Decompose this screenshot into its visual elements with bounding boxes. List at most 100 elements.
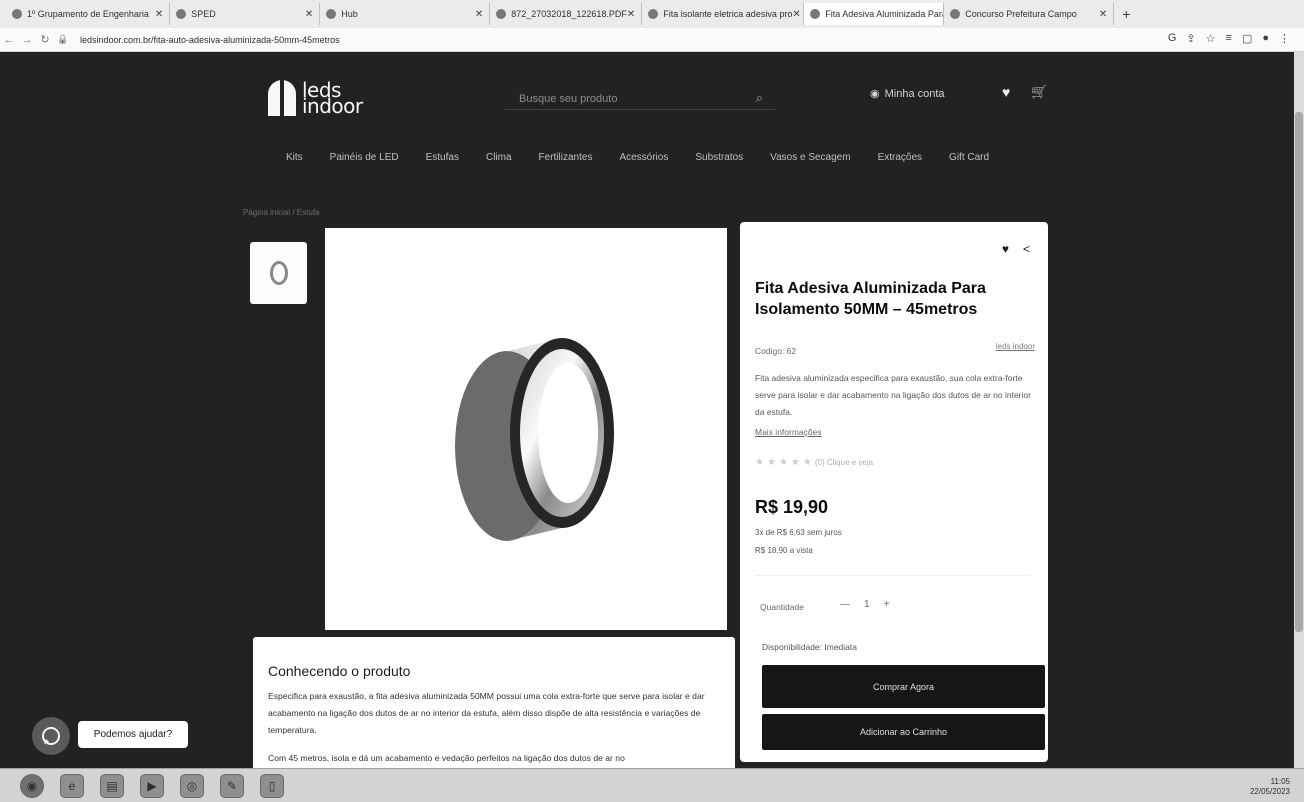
menu-item-substratos[interactable]: Substratos	[695, 152, 743, 163]
close-icon[interactable]: ✕	[305, 9, 313, 20]
site-logo[interactable]: leds indoor	[268, 80, 363, 116]
favicon-icon	[12, 9, 22, 19]
more-icon[interactable]: ⋮	[1279, 32, 1290, 45]
chrome-icon[interactable]: ◎	[180, 773, 204, 798]
scrollbar-thumb[interactable]	[1295, 112, 1303, 632]
forward-icon[interactable]: →	[18, 34, 36, 46]
buy-now-button[interactable]: Comprar Agora	[762, 665, 1045, 708]
close-icon[interactable]: ✕	[792, 9, 800, 20]
product-panel: ♥ < Fita Adesiva Aluminizada Para Isolam…	[740, 222, 1048, 762]
product-price: R$ 19,90	[755, 497, 829, 517]
quantity-value[interactable]: 1	[864, 599, 870, 610]
brand-link[interactable]: leds indoor	[996, 342, 1035, 351]
google-icon	[648, 9, 659, 19]
menu-item-paineis[interactable]: Painéis de LED	[330, 152, 399, 163]
tab-fita-isolante[interactable]: Fita isolante eletrica adesiva pro ✕	[642, 3, 805, 25]
quantity-decrement-button[interactable]: —	[840, 599, 850, 610]
whatsapp-glyph	[42, 727, 60, 745]
panel-actions: ♥ <	[1002, 242, 1030, 256]
close-icon[interactable]: ✕	[1099, 9, 1107, 20]
wishlist-heart-icon[interactable]: ♥	[1002, 84, 1010, 100]
tab-sped[interactable]: SPED ✕	[170, 3, 321, 25]
whatsapp-icon[interactable]	[32, 717, 70, 755]
search-placeholder: Busque seu produto	[519, 92, 618, 105]
ie-icon[interactable]: e	[60, 773, 84, 798]
explorer-icon[interactable]: ▤	[100, 773, 124, 798]
tab-engenharia[interactable]: 1º Grupamento de Engenharia ✕	[6, 3, 171, 25]
search-input[interactable]: Busque seu produto ⌕	[505, 88, 775, 110]
tab-hub[interactable]: Hub ✕	[320, 3, 491, 25]
new-tab-icon[interactable]: +	[1122, 6, 1130, 22]
divider	[755, 575, 1030, 576]
product-code: Codigo: 62	[755, 346, 797, 356]
clock-time[interactable]: 11:05	[1250, 777, 1290, 787]
user-icon: ◉	[870, 88, 880, 100]
product-thumbnail[interactable]	[250, 242, 307, 304]
whatsapp-bubble[interactable]: Podemos ajudar?	[78, 721, 188, 748]
share-icon[interactable]: <	[1023, 242, 1030, 256]
about-paragraph-1: Especifica para exaustão, a fita adesiva…	[268, 691, 705, 735]
tab-fita-aluminizada[interactable]: Fita Adesiva Aluminizada Para Is✕	[804, 3, 945, 25]
reload-icon[interactable]: ↻	[36, 33, 54, 46]
tab-pdf[interactable]: 872_27032018_122618.PDF ✕	[490, 3, 643, 25]
product-main-image[interactable]	[325, 228, 727, 630]
rating[interactable]: ★ ★ ★ ★ ★ (0) Clique e veja	[755, 457, 873, 468]
back-icon[interactable]: ←	[0, 34, 18, 46]
tab-label: Hub	[341, 9, 358, 19]
close-icon[interactable]: ✕	[475, 9, 483, 20]
availability: Disponibilidade: Imediata	[762, 642, 857, 652]
menu-item-clima[interactable]: Clima	[486, 152, 512, 163]
media-player-icon[interactable]: ▶	[140, 773, 164, 798]
reading-list-icon[interactable]: ≡	[1226, 32, 1232, 45]
menu-item-fertilizantes[interactable]: Fertilizantes	[539, 152, 593, 163]
quantity-increment-button[interactable]: +	[884, 599, 890, 610]
favicon-icon	[326, 9, 337, 19]
account-link[interactable]: ◉ Minha conta	[870, 87, 945, 101]
product-description: Fita adesiva aluminizada especifica para…	[755, 373, 1031, 417]
lock-icon: 🔒	[57, 34, 69, 44]
more-info-link[interactable]: Mais informações	[755, 427, 822, 437]
favicon-icon	[176, 9, 187, 19]
about-heading: Conhecendo o produto	[268, 663, 411, 679]
star-icon: ★	[802, 457, 812, 468]
profile-icon[interactable]: ●	[1262, 32, 1269, 45]
favorite-heart-icon[interactable]: ♥	[1002, 242, 1009, 256]
installments: 3x de R$ 6,63 sem juros	[755, 528, 842, 537]
breadcrumb[interactable]: Página inicial / Estufa	[243, 208, 320, 217]
logo-text: leds indoor	[302, 80, 363, 116]
main-menu: Kits Painéis de LED Estufas Clima Fertil…	[286, 152, 989, 163]
tab-concurso[interactable]: Concurso Prefeitura Campo ✕	[944, 3, 1115, 25]
favicon-icon	[810, 9, 821, 19]
add-to-cart-button[interactable]: Adicionar ao Carrinho	[762, 714, 1045, 750]
menu-item-gift-card[interactable]: Gift Card	[949, 152, 989, 163]
close-icon[interactable]: ✕	[155, 9, 163, 20]
taskbar: ◉ e ▤ ▶ ◎ ✎ ▯ 11:05 22/05/2023	[0, 768, 1304, 802]
star-icon: ★	[766, 457, 776, 468]
scrollbar[interactable]	[1294, 52, 1304, 768]
tape-thumb-image	[269, 261, 288, 285]
document-icon[interactable]: ▯	[260, 773, 284, 798]
close-icon[interactable]: ✕	[627, 9, 635, 20]
tab-label: Fita Adesiva Aluminizada Para Is	[825, 9, 945, 19]
google-icon[interactable]: G	[1168, 32, 1177, 45]
cart-icon[interactable]: 🛒	[1031, 84, 1047, 100]
menu-item-kits[interactable]: Kits	[286, 152, 303, 163]
app-icon[interactable]: ✎	[220, 773, 244, 798]
start-button[interactable]: ◉	[20, 773, 44, 798]
quantity-stepper: — 1 +	[840, 599, 889, 610]
star-icon: ★	[778, 457, 788, 468]
about-paragraph-2: Com 45 metros, isola e dá um acabamento …	[268, 753, 625, 763]
sidepanel-icon[interactable]: ▢	[1242, 32, 1252, 45]
star-icon: ★	[755, 457, 764, 468]
url-field[interactable]: ledsindoor.com.br/fita-auto-adesiva-alum…	[80, 35, 340, 45]
star-icon[interactable]: ☆	[1206, 32, 1216, 45]
menu-item-extracoes[interactable]: Extrações	[878, 152, 922, 163]
search-icon[interactable]: ⌕	[756, 90, 763, 106]
menu-item-acessorios[interactable]: Acessórios	[619, 152, 668, 163]
menu-item-estufas[interactable]: Estufas	[426, 152, 459, 163]
tab-label: 872_27032018_122618.PDF	[511, 9, 627, 19]
cash-price: R$ 18,90 a vista	[755, 546, 813, 555]
share-icon[interactable]: ⇪	[1186, 32, 1195, 45]
clock-date[interactable]: 22/05/2023	[1250, 787, 1290, 797]
menu-item-vasos[interactable]: Vasos e Secagem	[770, 152, 850, 163]
